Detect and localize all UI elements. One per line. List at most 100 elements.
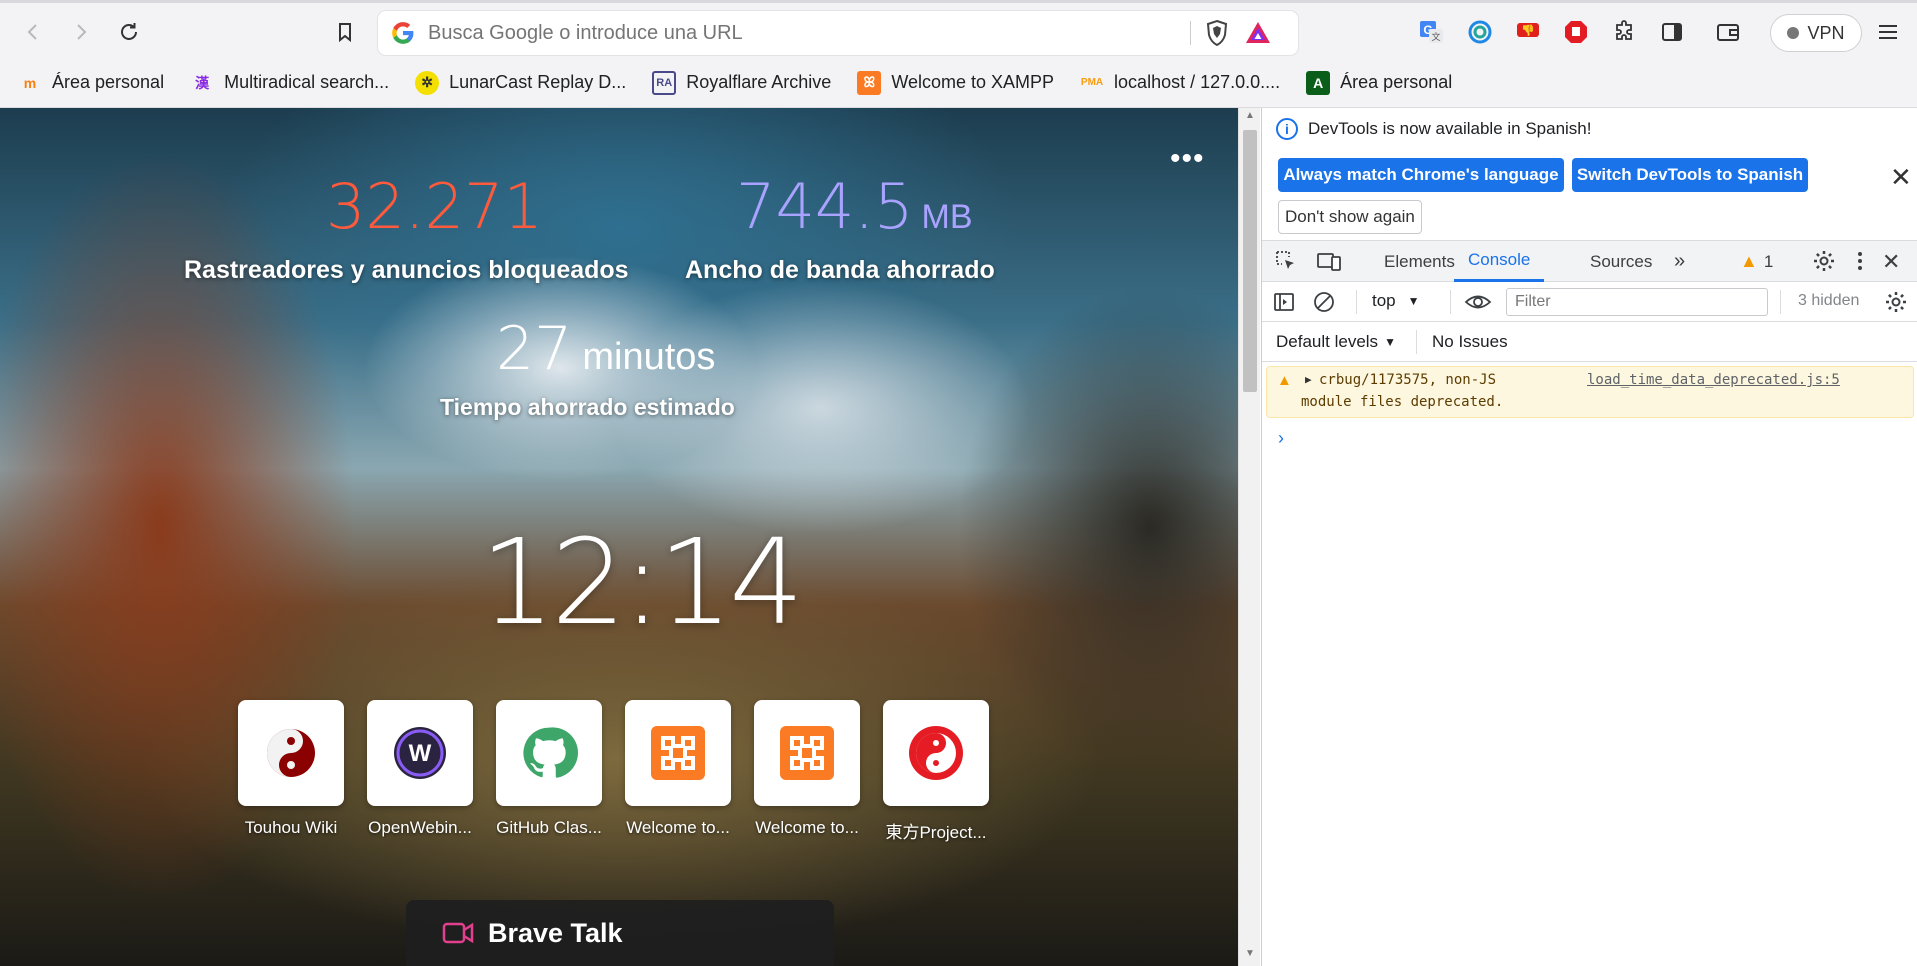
forward-button[interactable] — [62, 13, 100, 51]
top-site-tile[interactable]: GitHub Clas... — [496, 700, 602, 838]
arrow-left-icon — [27, 24, 37, 40]
arrow-right-icon — [77, 24, 87, 40]
bookmark-item[interactable]: A Área personal — [1306, 70, 1453, 95]
filter-input[interactable]: Filter — [1506, 288, 1768, 316]
svg-text:文: 文 — [1431, 31, 1440, 42]
tile-label: GitHub Clas... — [496, 818, 602, 837]
touhou-wiki-icon — [267, 729, 315, 777]
expand-arrow-icon[interactable]: ▶ — [1305, 373, 1312, 386]
adblock-extension-icon[interactable] — [1562, 18, 1590, 46]
close-infobar-icon[interactable]: ✕ — [1890, 162, 1912, 193]
tile-label: OpenWebin... — [368, 818, 472, 837]
close-devtools-icon[interactable]: ✕ — [1882, 249, 1900, 275]
bookmark-item[interactable]: 漢 Multiradical search... — [190, 71, 389, 95]
warning-source-link[interactable]: load_time_data_deprecated.js:5 — [1587, 372, 1840, 388]
time-saved: 27 minutos — [496, 314, 715, 384]
dislike-extension-icon[interactable]: 👎 — [1514, 18, 1542, 46]
default-levels-label: Default levels — [1276, 332, 1379, 351]
top-site-tile[interactable]: Welcome to... — [754, 700, 860, 838]
sidebar-toggle-icon[interactable] — [1658, 18, 1686, 46]
reload-icon — [121, 23, 137, 40]
sidebar-toggle-icon[interactable] — [1272, 290, 1296, 314]
inspect-element-icon[interactable] — [1274, 249, 1298, 273]
infobar-message: DevTools is now available in Spanish! — [1308, 119, 1592, 138]
always-match-language-button[interactable]: Always match Chrome's language — [1278, 158, 1564, 192]
tile-icon-box — [754, 700, 860, 806]
google-translate-icon[interactable]: G文 — [1418, 18, 1446, 46]
warning-count: 1 — [1763, 251, 1774, 271]
puzzle-extensions-icon[interactable] — [1610, 18, 1638, 46]
menu-icon[interactable] — [1874, 18, 1902, 46]
reload-button[interactable] — [110, 13, 148, 51]
sync-extension-icon[interactable] — [1466, 18, 1494, 46]
switch-to-spanish-button[interactable]: Switch DevTools to Spanish — [1572, 158, 1808, 192]
console-prompt-icon[interactable]: › — [1278, 428, 1284, 449]
bookmark-item[interactable]: RA Royalflare Archive — [652, 70, 831, 95]
brave-talk-label: Brave Talk — [488, 917, 623, 948]
trackers-blocked-label: Rastreadores y anuncios bloqueados — [184, 256, 629, 284]
address-bar[interactable] — [378, 11, 1298, 55]
top-site-tile[interactable]: Welcome to... — [625, 700, 731, 838]
svg-text:👎: 👎 — [1521, 24, 1535, 37]
video-camera-icon — [442, 922, 474, 944]
brave-shields-icon[interactable] — [1203, 19, 1231, 47]
bookmark-label: localhost / 127.0.0.... — [1114, 72, 1281, 92]
settings-gear-icon[interactable] — [1812, 249, 1836, 273]
vpn-label: VPN — [1807, 22, 1845, 43]
omnibox-separator — [1190, 21, 1191, 45]
brave-rewards-icon[interactable] — [1244, 19, 1272, 47]
more-tabs-icon[interactable]: » — [1674, 241, 1685, 282]
console-warning-message[interactable]: ▲ ▶ crbug/1173575, non-JS module files d… — [1266, 366, 1914, 418]
xampp-icon — [651, 726, 705, 780]
time-saved-value: 27 — [496, 314, 573, 384]
page-scrollbar[interactable]: ▲ ▼ — [1238, 108, 1260, 966]
bookmark-label: Área personal — [1340, 72, 1453, 92]
tile-icon-box — [625, 700, 731, 806]
bandwidth-saved-label: Ancho de banda ahorrado — [685, 256, 995, 284]
device-toolbar-icon[interactable] — [1316, 249, 1342, 273]
back-button[interactable] — [14, 13, 52, 51]
warnings-counter[interactable]: ▲ 1 — [1740, 241, 1773, 282]
more-options-icon[interactable]: ••• — [1170, 144, 1205, 174]
scroll-up-icon[interactable]: ▲ — [1245, 110, 1255, 121]
warning-text-line2: module files deprecated. — [1301, 394, 1504, 410]
wallet-icon[interactable] — [1714, 18, 1742, 46]
console-settings-gear-icon[interactable] — [1884, 290, 1908, 314]
xampp-icon: ꕤ — [857, 70, 882, 95]
tile-label: 東方Project... — [885, 823, 987, 842]
default-levels-dropdown[interactable]: Default levels ▼ — [1276, 332, 1396, 352]
top-site-tile[interactable]: Touhou Wiki — [238, 700, 344, 838]
tab-console[interactable]: Console — [1454, 241, 1545, 282]
time-saved-label: Tiempo ahorrado estimado — [440, 394, 735, 420]
omnibox-input[interactable] — [428, 21, 1188, 45]
browser-toolbar: G文 👎 VPN — [0, 0, 1917, 58]
tab-elements[interactable]: Elements — [1384, 241, 1455, 282]
dropdown-arrow-icon: ▼ — [1384, 335, 1396, 349]
dont-show-again-button[interactable]: Don't show again — [1278, 200, 1422, 234]
phpmyadmin-icon: PMA — [1080, 77, 1104, 88]
live-expression-eye-icon[interactable] — [1464, 290, 1492, 314]
tab-sources[interactable]: Sources — [1590, 241, 1652, 282]
warning-icon: ▲ — [1740, 251, 1758, 271]
brave-talk-widget[interactable]: Brave Talk — [406, 900, 834, 966]
kebab-menu-icon[interactable] — [1856, 249, 1864, 273]
scrollbar-thumb[interactable] — [1243, 130, 1257, 392]
bookmark-item[interactable]: PMA localhost / 127.0.0.... — [1080, 71, 1280, 95]
top-site-tile[interactable]: W OpenWebin... — [367, 700, 473, 838]
royalflare-icon: RA — [652, 70, 677, 95]
time-saved-unit: minutos — [582, 336, 716, 378]
bookmark-item[interactable]: ✲ LunarCast Replay D... — [415, 70, 626, 95]
toolbar-divider — [1450, 290, 1451, 314]
bookmarks-bar: m Área personal 漢 Multiradical search...… — [0, 58, 1917, 108]
top-site-tile[interactable]: 東方Project... — [883, 700, 989, 843]
google-icon — [392, 22, 414, 44]
vpn-button[interactable]: VPN — [1770, 14, 1862, 52]
bookmark-item[interactable]: ꕤ Welcome to XAMPP — [857, 70, 1054, 95]
clear-console-icon[interactable] — [1312, 290, 1336, 314]
bookmark-button[interactable] — [326, 13, 364, 51]
no-issues-button[interactable]: No Issues — [1432, 332, 1508, 352]
context-selector[interactable]: top ▼ — [1372, 291, 1420, 311]
bookmark-item[interactable]: m Área personal — [18, 71, 164, 95]
scroll-down-icon[interactable]: ▼ — [1245, 948, 1255, 959]
dropdown-arrow-icon: ▼ — [1407, 294, 1420, 308]
